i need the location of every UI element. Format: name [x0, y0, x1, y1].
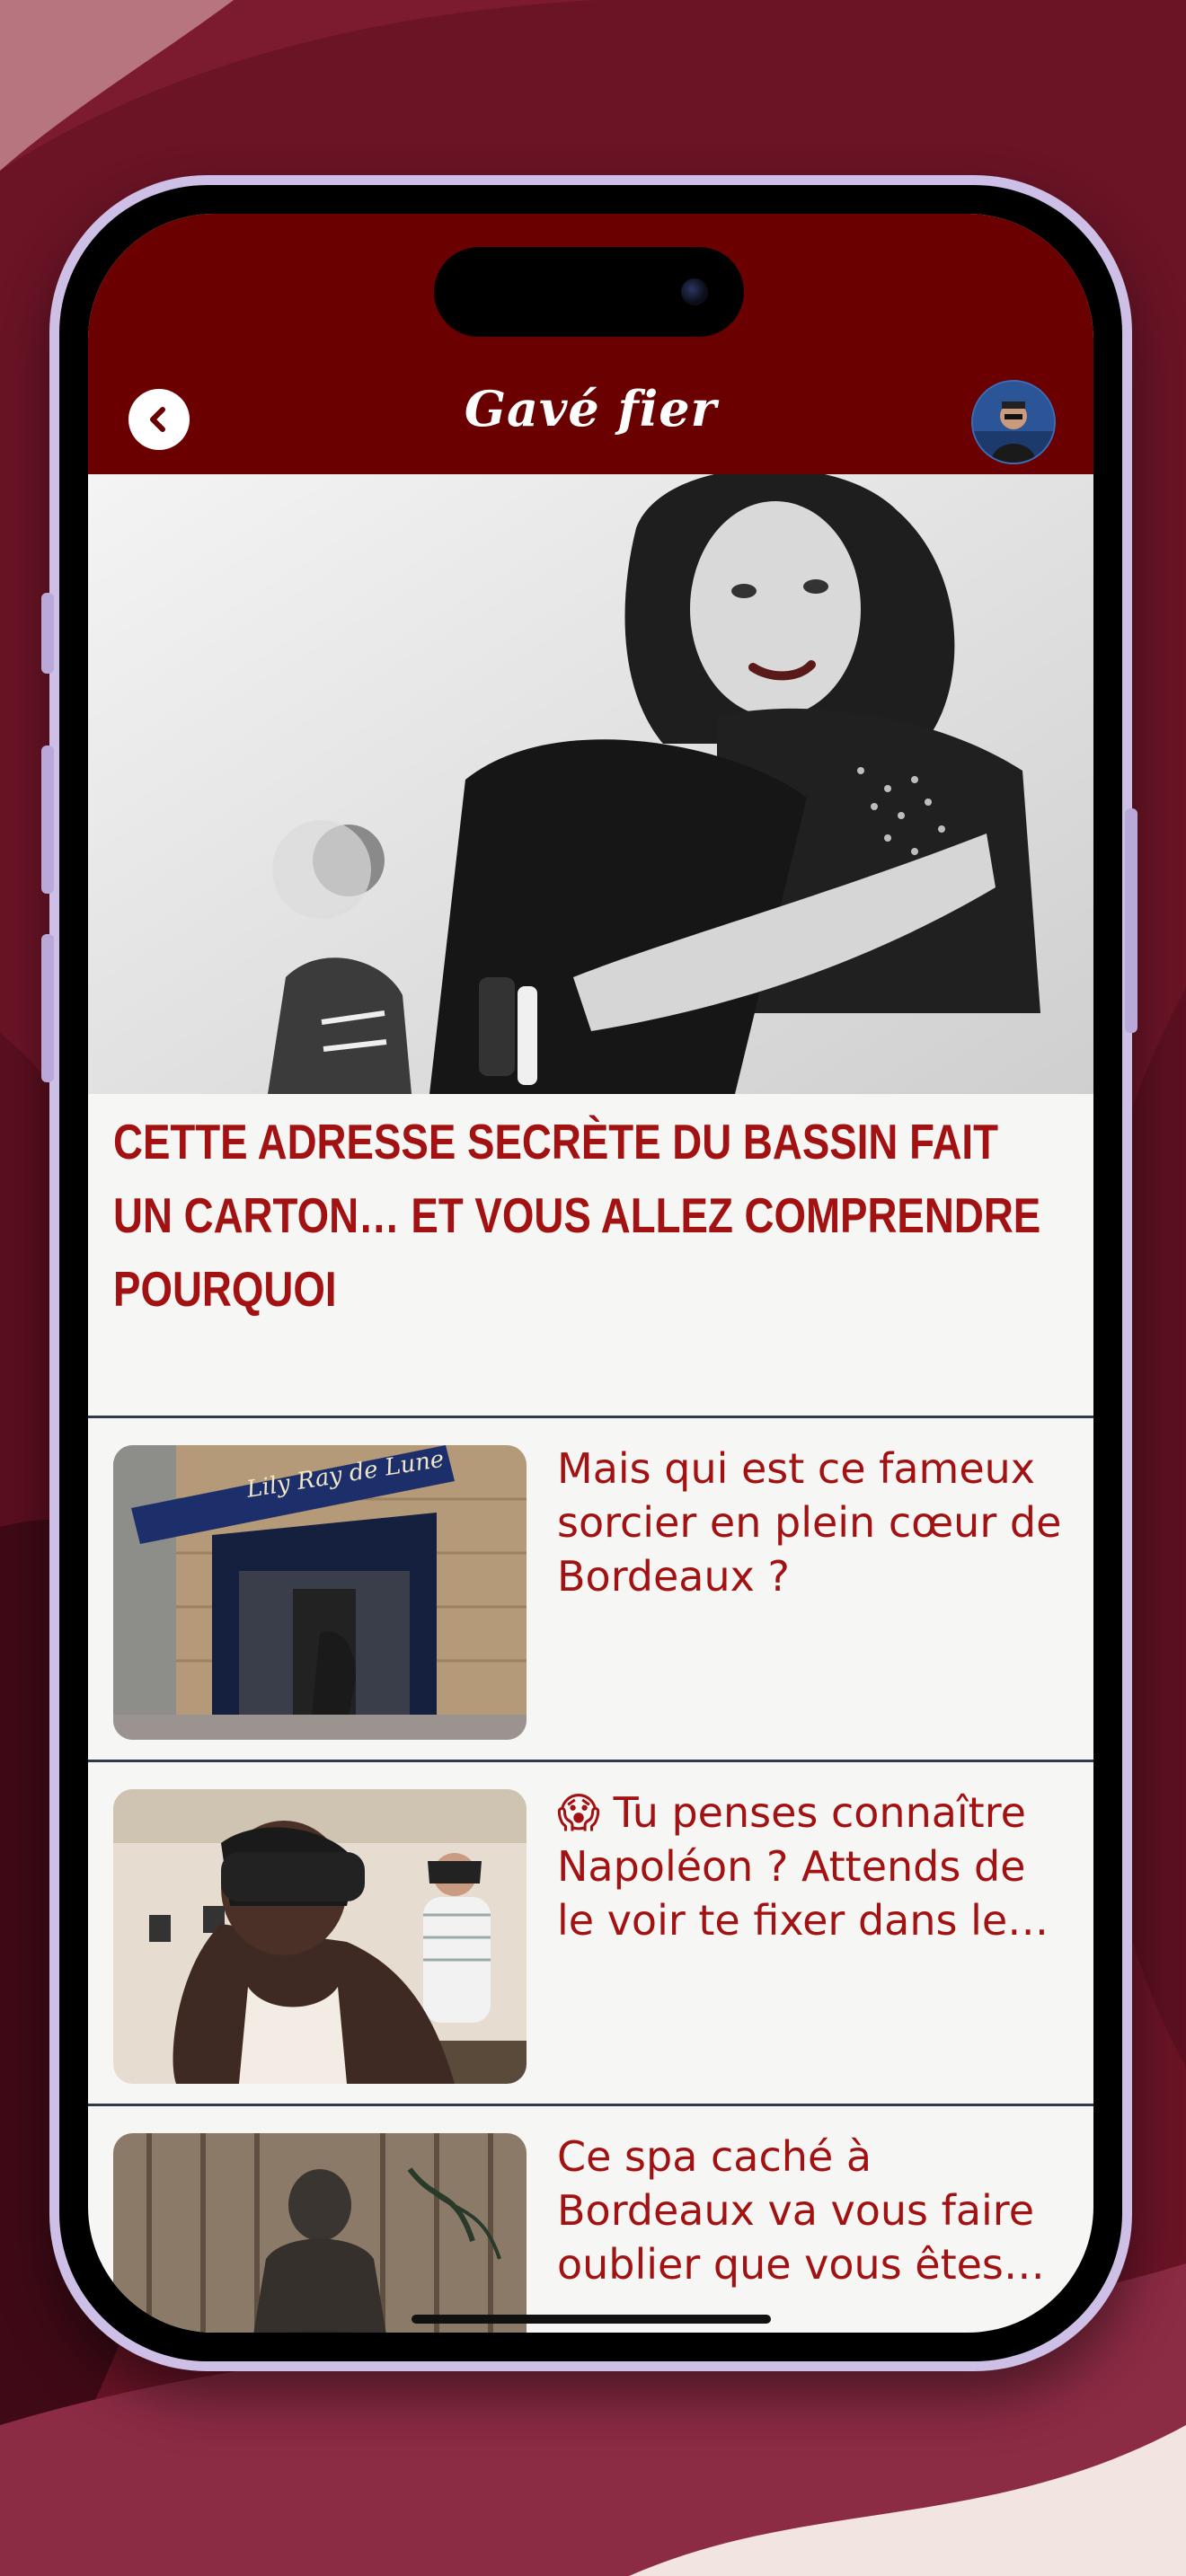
hero-image[interactable]: [88, 474, 1093, 1094]
article-title[interactable]: 😱 Tu penses connaître Napoléon ? Attends…: [557, 1786, 1069, 1947]
phone-button: [1125, 808, 1137, 1033]
phone-button: [41, 745, 54, 894]
dynamic-island: [434, 247, 744, 337]
article-thumbnail[interactable]: [113, 2133, 527, 2333]
avatar-image: [973, 382, 1054, 463]
screen: Gavé fier CETTE ADRESSE SECRÈTE DU BASSI…: [88, 214, 1093, 2333]
home-indicator: [412, 2315, 771, 2324]
article-title[interactable]: Mais qui est ce fameux sorcier en plein …: [557, 1442, 1069, 1603]
list-item[interactable]: Ce spa caché à Bordeaux va vous faire ou…: [88, 2106, 1093, 2333]
phone-button: [41, 934, 54, 1082]
list-item[interactable]: Lily Ray de Lune Mais qui est ce fameux …: [88, 1418, 1093, 1762]
list-item[interactable]: 😱 Tu penses connaître Napoléon ? Attends…: [88, 1762, 1093, 2106]
article-thumbnail[interactable]: Lily Ray de Lune: [113, 1445, 527, 1740]
user-avatar[interactable]: [971, 380, 1056, 464]
app-logo: Gavé fier: [464, 380, 718, 437]
article-thumbnail[interactable]: [113, 1789, 527, 2084]
camera-icon: [681, 278, 708, 305]
phone-button: [41, 593, 54, 674]
hero-title[interactable]: Cette adresse secrète du Bassin fait un …: [113, 1105, 1060, 1326]
article-title[interactable]: Ce spa caché à Bordeaux va vous faire ou…: [557, 2130, 1069, 2291]
